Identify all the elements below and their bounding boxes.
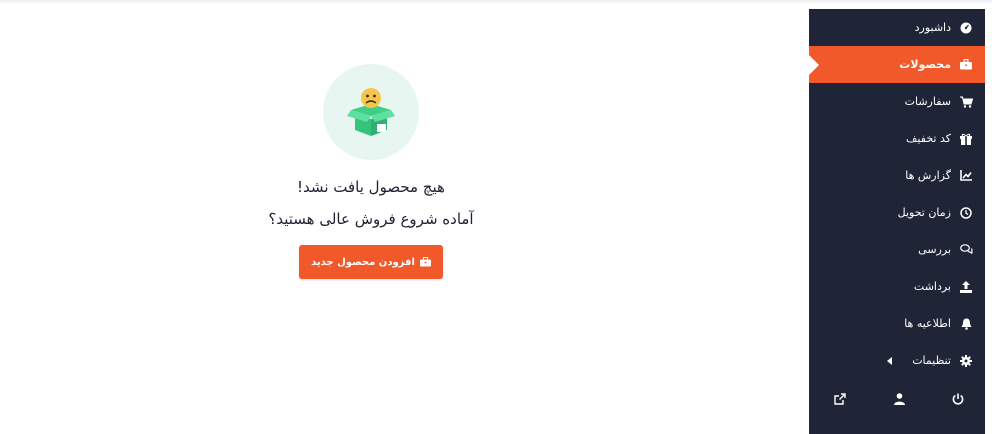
sidebar-item-withdraw[interactable]: برداشت: [809, 268, 985, 305]
sidebar-footer: [809, 388, 985, 410]
empty-box-illustration: [323, 64, 419, 160]
sidebar-item-label: بررسی: [918, 243, 951, 256]
briefcase-icon: [419, 257, 431, 267]
sidebar-item-orders[interactable]: سفارشات: [809, 83, 985, 120]
add-product-label: افزودن محصول جدید: [311, 256, 415, 268]
sidebar-item-label: گزارش ها: [905, 169, 951, 182]
gift-icon: [959, 132, 973, 146]
sidebar-item-label: داشبورد: [914, 21, 951, 34]
sidebar-item-label: تنظیمات: [912, 354, 951, 367]
add-product-button[interactable]: افزودن محصول جدید: [299, 245, 443, 279]
clock-icon: [959, 206, 973, 220]
sidebar-item-label: برداشت: [913, 280, 951, 293]
gear-icon: [959, 354, 973, 368]
cart-icon: [959, 95, 973, 109]
sidebar-item-label: محصولات: [899, 58, 951, 71]
sidebar-item-label: کد تخفیف: [906, 132, 951, 145]
sidebar-item-reviews[interactable]: بررسی: [809, 231, 985, 268]
chart-icon: [959, 169, 973, 183]
comments-icon: [959, 243, 973, 257]
power-icon[interactable]: [951, 392, 965, 406]
sidebar-item-reports[interactable]: گزارش ها: [809, 157, 985, 194]
empty-subtitle: آماده شروع فروش عالی هستید؟: [268, 210, 474, 228]
upload-icon: [959, 280, 973, 294]
dashboard-icon: [959, 21, 973, 35]
sidebar-item-settings[interactable]: تنظیمات: [809, 342, 985, 379]
sidebar-item-discount[interactable]: کد تخفیف: [809, 120, 985, 157]
sidebar: داشبورد محصولات سفارشات کد تخفیف گزارش ه…: [809, 9, 985, 434]
sidebar-item-notifications[interactable]: اطلاعیه ها: [809, 305, 985, 342]
user-icon[interactable]: [892, 392, 906, 406]
top-shadow-bar: [0, 0, 992, 4]
bell-icon: [959, 317, 973, 331]
sidebar-menu: داشبورد محصولات سفارشات کد تخفیف گزارش ه…: [809, 9, 985, 379]
sad-box-icon: [347, 88, 395, 136]
sidebar-item-delivery-time[interactable]: زمان تحویل: [809, 194, 985, 231]
sidebar-item-dashboard[interactable]: داشبورد: [809, 9, 985, 46]
sidebar-item-label: اطلاعیه ها: [904, 317, 951, 330]
caret-left-icon: [887, 356, 892, 365]
sidebar-item-label: زمان تحویل: [897, 206, 951, 219]
external-link-icon[interactable]: [833, 392, 847, 406]
sidebar-item-products[interactable]: محصولات: [809, 46, 985, 83]
sidebar-item-label: سفارشات: [904, 95, 951, 108]
briefcase-icon: [959, 58, 973, 72]
empty-title: هیچ محصول یافت نشد!: [297, 178, 445, 196]
empty-state: هیچ محصول یافت نشد! آماده شروع فروش عالی…: [230, 64, 512, 294]
